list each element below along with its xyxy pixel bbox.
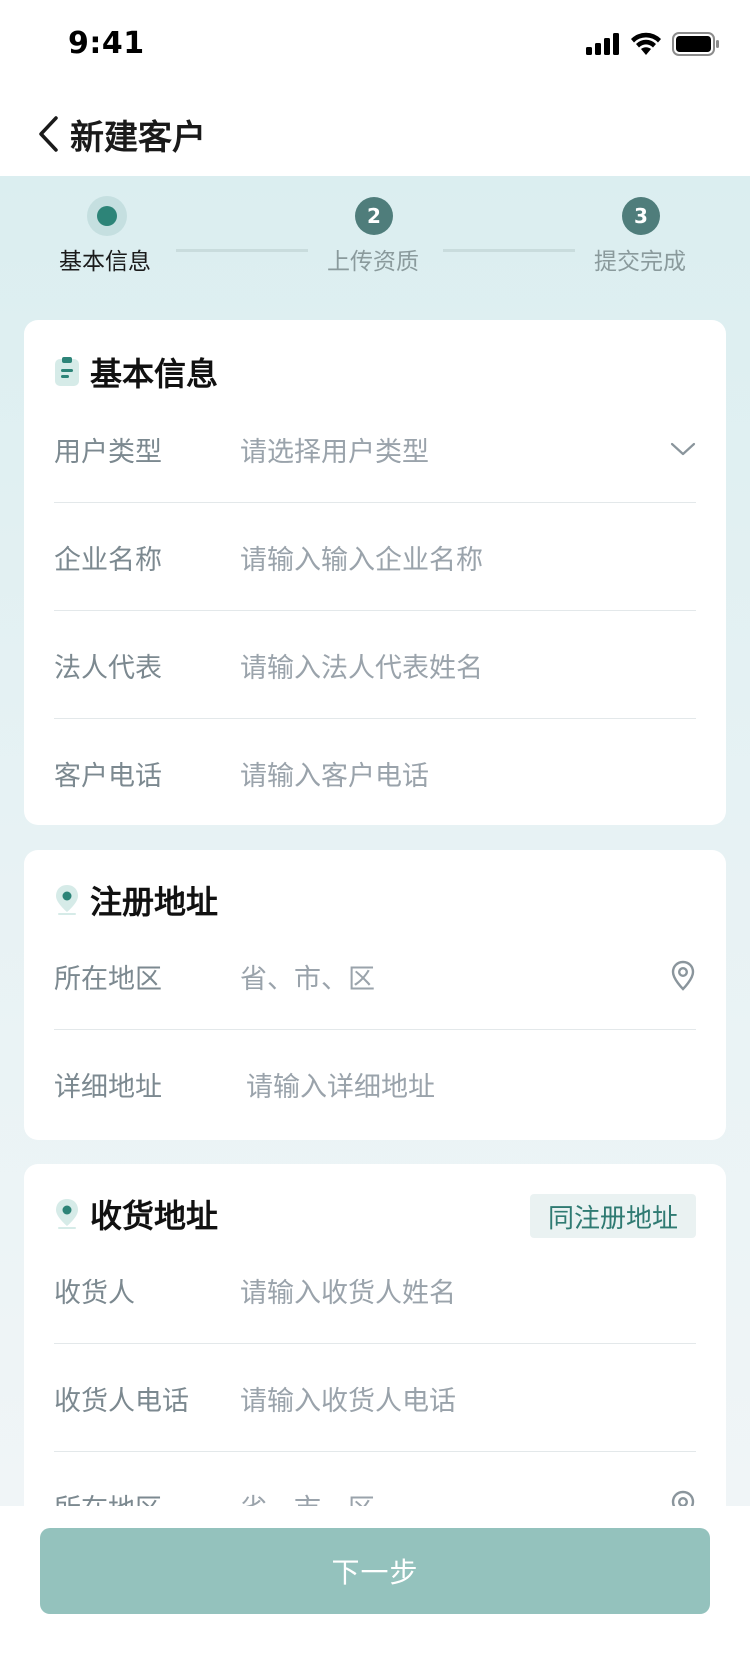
reg-region-field[interactable]: 所在地区 省、市、区 [54,922,696,1030]
registered-address-title: 注册地址 [90,883,219,921]
signal-icon [586,33,619,55]
step-3-circle: 3 [622,197,660,235]
basic-info-header: 基本信息 [54,352,219,393]
registered-address-card: 注册地址 所在地区 省、市、区 详细地址 请输入详细地址 [24,850,726,1140]
nav-bar: 新建客户 [0,92,750,176]
reg-detail-label: 详细地址 [54,1071,162,1103]
receiver-phone-label: 收货人电话 [54,1385,189,1417]
status-time: 9:41 [68,26,145,61]
legal-rep-field[interactable]: 法人代表 请输入法人代表姓名 [54,611,696,719]
customer-phone-field[interactable]: 客户电话 请输入客户电话 [54,719,696,827]
step-2-label: 上传资质 [327,249,419,275]
wifi-icon [631,32,661,55]
reg-region-locate-button[interactable] [670,922,696,1030]
company-name-field[interactable]: 企业名称 请输入输入企业名称 [54,503,696,611]
back-button[interactable] [28,110,68,158]
chevron-left-icon [39,116,58,152]
step-1-dot [97,206,117,226]
receiver-name-input[interactable]: 请输入收货人姓名 [240,1236,456,1344]
basic-info-card: 基本信息 用户类型 请选择用户类型 企业名称 请输入输入企业名称 法人代表 请输… [24,320,726,825]
company-name-input[interactable]: 请输入输入企业名称 [240,503,483,611]
receiver-phone-input[interactable]: 请输入收货人电话 [240,1344,456,1452]
reg-detail-input[interactable]: 请输入详细地址 [246,1030,435,1138]
legal-rep-label: 法人代表 [54,652,162,684]
step-2-circle: 2 [355,197,393,235]
step-connector-1 [176,249,308,252]
reg-detail-field[interactable]: 详细地址 请输入详细地址 [54,1030,696,1138]
receiver-name-label: 收货人 [54,1277,135,1309]
chevron-down-icon [670,442,696,456]
user-type-dropdown[interactable] [670,395,696,503]
registered-address-header: 注册地址 [54,880,219,921]
user-type-select[interactable]: 用户类型 请选择用户类型 [54,395,696,503]
basic-info-title: 基本信息 [90,355,219,393]
step-1-indicator [87,196,127,236]
user-type-placeholder[interactable]: 请选择用户类型 [240,395,429,503]
same-as-registered-button[interactable]: 同注册地址 [529,1194,696,1238]
step-1-label: 基本信息 [59,249,151,275]
status-bar: 9:41 [0,0,750,92]
location-icon [671,960,695,991]
step-3-label: 提交完成 [594,249,686,275]
next-step-button[interactable]: 下一步 [40,1528,710,1614]
company-name-label: 企业名称 [54,544,162,576]
reg-region-label: 所在地区 [54,963,162,995]
receiver-name-field[interactable]: 收货人 请输入收货人姓名 [54,1236,696,1344]
receiver-phone-field[interactable]: 收货人电话 请输入收货人电话 [54,1344,696,1452]
shipping-address-title: 收货地址 [90,1197,219,1235]
location-pin-icon [56,1199,78,1229]
status-icons [586,32,720,56]
battery-icon [672,32,719,56]
user-type-label: 用户类型 [54,436,162,468]
clipboard-icon [55,357,79,386]
customer-phone-input[interactable]: 请输入客户电话 [240,719,429,827]
step-indicator: 基本信息 2 上传资质 3 提交完成 [0,176,750,306]
bottom-bar: 下一步 [0,1506,750,1654]
legal-rep-input[interactable]: 请输入法人代表姓名 [240,611,483,719]
customer-phone-label: 客户电话 [54,760,162,792]
page-title: 新建客户 [70,118,206,158]
shipping-address-header: 收货地址 [54,1194,219,1235]
reg-region-input[interactable]: 省、市、区 [240,922,375,1030]
step-connector-2 [443,249,575,252]
location-pin-icon [56,885,78,915]
